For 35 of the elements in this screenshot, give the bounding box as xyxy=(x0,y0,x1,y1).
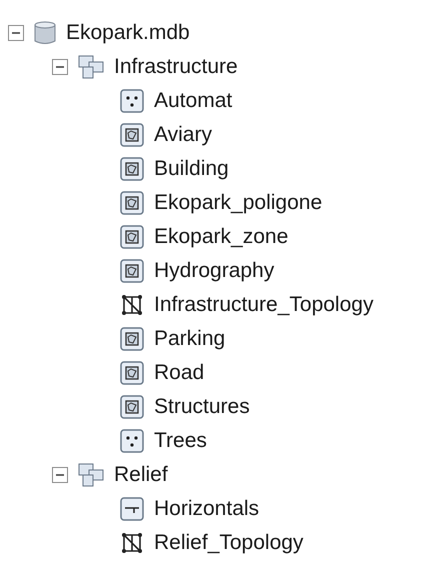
polygon-layer-icon xyxy=(120,191,144,215)
tree-item-label[interactable]: Ekopark.mdb xyxy=(66,17,190,49)
topology-icon xyxy=(120,531,144,555)
tree-item-label[interactable]: Parking xyxy=(154,323,226,355)
tree-item-label[interactable]: Automat xyxy=(154,85,232,117)
polygon-layer-icon xyxy=(120,123,144,147)
polygon-layer-icon xyxy=(120,259,144,283)
feature-dataset-icon xyxy=(78,463,104,487)
tree-item-label[interactable]: Infrastructure xyxy=(114,51,238,83)
tree-item-label[interactable]: Hydrography xyxy=(154,255,274,287)
tree-item-label[interactable]: Aviary xyxy=(154,119,212,151)
tree-item-label[interactable]: Relief xyxy=(114,459,168,491)
polygon-layer-icon xyxy=(120,361,144,385)
polygon-layer-icon xyxy=(120,157,144,181)
tree-item-label[interactable]: Structures xyxy=(154,391,250,423)
collapse-icon[interactable] xyxy=(52,467,68,483)
tree-item-label[interactable]: Road xyxy=(154,357,204,389)
tree-item-label[interactable]: Ekopark_zone xyxy=(154,221,288,253)
tree-item-label[interactable]: Relief_Topology xyxy=(154,527,304,559)
tree-item-label[interactable]: Infrastructure_Topology xyxy=(154,289,374,321)
topology-icon xyxy=(120,293,144,317)
collapse-icon[interactable] xyxy=(8,25,24,41)
collapse-icon[interactable] xyxy=(52,59,68,75)
point-layer-icon xyxy=(120,429,144,453)
tree-item-label[interactable]: Building xyxy=(154,153,229,185)
tree-item-label[interactable]: Ekopark_poligone xyxy=(154,187,322,219)
polygon-layer-icon xyxy=(120,327,144,351)
polygon-layer-icon xyxy=(120,225,144,249)
tree-item-label[interactable]: Trees xyxy=(154,425,207,457)
line-layer-icon xyxy=(120,497,144,521)
polygon-layer-icon xyxy=(120,395,144,419)
point-layer-icon xyxy=(120,89,144,113)
feature-dataset-icon xyxy=(78,55,104,79)
tree-item-label[interactable]: Horizontals xyxy=(154,493,260,525)
database-icon xyxy=(34,21,56,45)
